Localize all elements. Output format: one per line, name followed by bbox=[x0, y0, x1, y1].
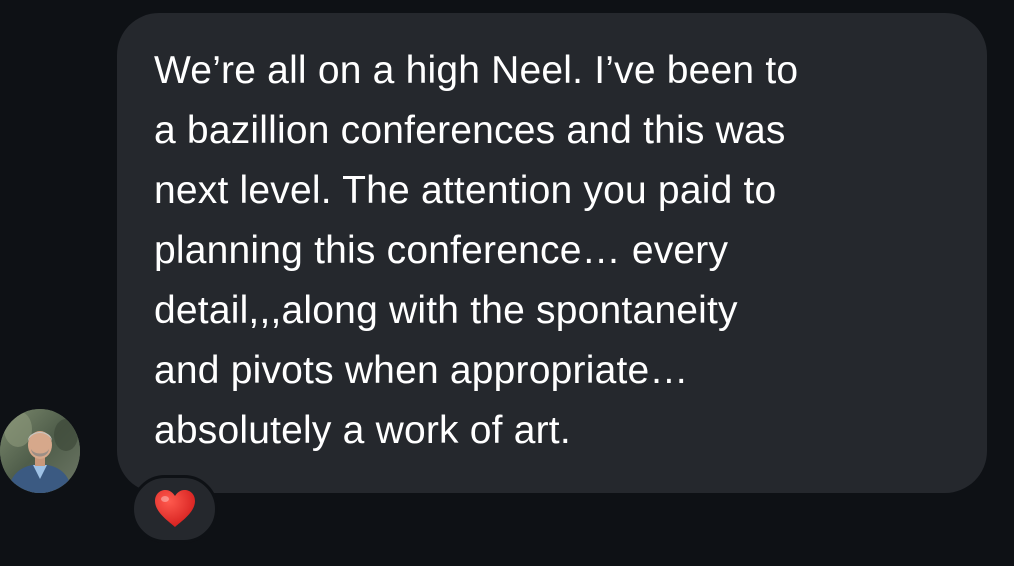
message-line: next level. The attention you paid to bbox=[154, 169, 777, 212]
reaction-badge[interactable] bbox=[131, 475, 218, 543]
chat-screen: We’re all on a high Neel. I’ve been to a… bbox=[0, 0, 1014, 566]
heart-icon bbox=[154, 490, 195, 527]
avatar-photo bbox=[0, 409, 80, 493]
message-line: detail,,,along with the spontaneity bbox=[154, 289, 738, 332]
message-line: planning this conference… every bbox=[154, 229, 729, 272]
message-line: We’re all on a high Neel. I’ve been to bbox=[154, 49, 799, 92]
message-line: a bazillion conferences and this was bbox=[154, 109, 786, 152]
message-line: and pivots when appropriate… bbox=[154, 349, 689, 392]
avatar[interactable] bbox=[0, 409, 80, 493]
message-bubble[interactable]: We’re all on a high Neel. I’ve been to a… bbox=[117, 13, 987, 493]
message-text: We’re all on a high Neel. I’ve been to a… bbox=[154, 41, 957, 461]
message-line: absolutely a work of art. bbox=[154, 409, 571, 452]
